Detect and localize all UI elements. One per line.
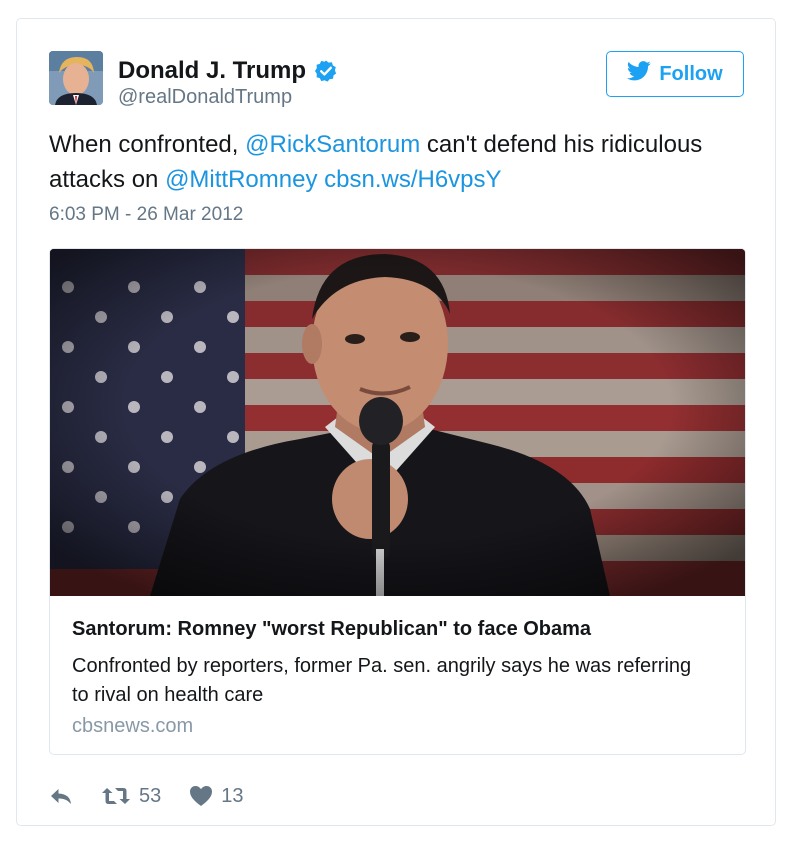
avatar[interactable] [49, 51, 103, 105]
reply-button[interactable] [49, 786, 73, 806]
twitter-bird-icon [627, 61, 651, 87]
heart-icon [189, 785, 213, 807]
url-link[interactable]: cbsn.ws/H6vpsY [324, 166, 501, 193]
link-card-domain: cbsnews.com [72, 715, 194, 737]
author-handle[interactable]: @realDonaldTrump [118, 86, 292, 109]
tweet-text: When confronted, @RickSantorum can't def… [49, 127, 749, 197]
profile-photo-icon [49, 51, 103, 105]
tweet-text-part: When confronted, [49, 131, 246, 158]
like-button[interactable]: 13 [189, 784, 244, 808]
mention-link[interactable]: @RickSantorum [245, 131, 420, 158]
retweet-button[interactable]: 53 [101, 785, 161, 808]
reply-icon [49, 786, 73, 806]
author-name[interactable]: Donald J. Trump [118, 57, 306, 85]
tweet-actions: 53 13 [49, 781, 244, 811]
link-card-title[interactable]: Santorum: Romney "worst Republican" to f… [72, 618, 591, 641]
follow-label: Follow [659, 62, 723, 85]
tweet-card: Donald J. Trump @realDonaldTrump Follow … [16, 18, 776, 826]
author-name-row[interactable]: Donald J. Trump [118, 57, 338, 85]
retweet-count: 53 [139, 784, 162, 807]
mention-link[interactable]: @MittRomney [165, 166, 317, 193]
tweet-timestamp[interactable]: 6:03 PM - 26 Mar 2012 [49, 204, 243, 226]
like-count: 13 [221, 784, 244, 807]
follow-button[interactable]: Follow [606, 51, 744, 97]
link-card-image [50, 249, 745, 596]
verified-badge-icon [314, 59, 338, 83]
flag-portrait-photo [50, 249, 745, 596]
retweet-icon [101, 785, 131, 807]
link-card-description: Confronted by reporters, former Pa. sen.… [72, 655, 692, 706]
link-card[interactable]: Santorum: Romney "worst Republican" to f… [49, 248, 746, 755]
